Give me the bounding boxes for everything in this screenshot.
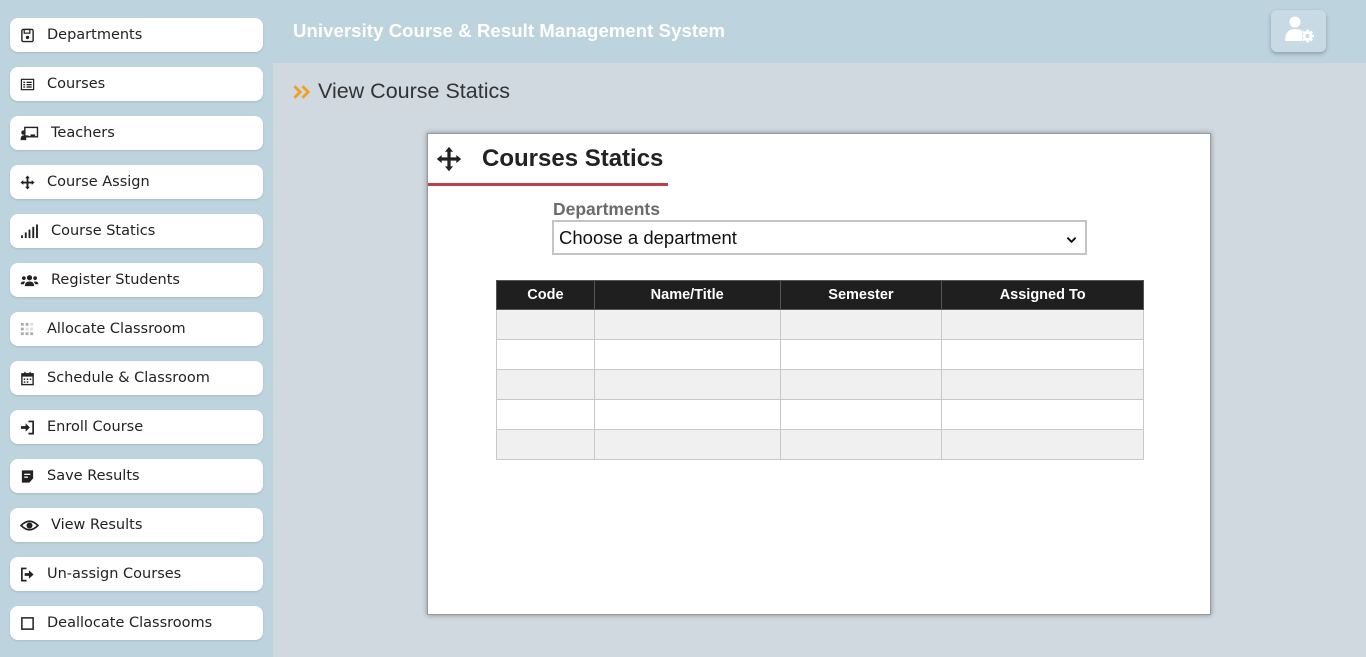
column-header-code: Code [496, 280, 595, 310]
table-cell [496, 339, 595, 370]
table-header-row: Code Name/Title Semester Assigned To [496, 280, 1144, 310]
sidebar-item-enroll-course[interactable]: Enroll Course [10, 410, 263, 444]
table-cell [593, 339, 781, 370]
grid-icon [19, 321, 35, 337]
square-icon [19, 615, 35, 631]
top-header: University Course & Result Management Sy… [273, 0, 1366, 63]
table-cell [779, 369, 943, 400]
calendar-icon [19, 370, 35, 386]
department-select[interactable]: Choose a department [552, 220, 1087, 255]
sign-out-icon [19, 566, 35, 582]
table-cell [941, 309, 1144, 340]
column-header-semester: Semester [779, 280, 943, 310]
course-statics-card: Courses Statics Departments Choose a dep… [427, 133, 1211, 615]
arrows-move-icon [19, 174, 35, 190]
file-icon [19, 468, 35, 484]
table-cell [496, 399, 595, 430]
table-cell [593, 309, 781, 340]
user-cog-icon [1283, 15, 1315, 47]
sidebar-item-label: Departments [47, 27, 143, 43]
table-cell [593, 429, 781, 460]
save-icon [19, 27, 35, 43]
table-cell [593, 399, 781, 430]
sidebar-item-label: Allocate Classroom [47, 321, 186, 337]
sidebar-item-label: Un-assign Courses [47, 566, 182, 582]
sidebar-item-allocate-classroom[interactable]: Allocate Classroom [10, 312, 263, 346]
sidebar-item-label: Schedule & Classroom [47, 370, 210, 386]
table-row [496, 339, 1144, 370]
sidebar-item-courses[interactable]: Courses [10, 67, 263, 101]
sign-in-icon [19, 419, 35, 435]
table-cell [779, 309, 943, 340]
sidebar: Departments Courses Teachers Course Assi… [0, 0, 273, 657]
table-row [496, 399, 1144, 430]
column-header-assigned-to: Assigned To [941, 280, 1144, 310]
users-icon [19, 272, 39, 288]
card-title: Courses Statics [482, 144, 664, 172]
chalkboard-teacher-icon [19, 125, 39, 141]
app-title: University Course & Result Management Sy… [293, 20, 726, 41]
table-cell [941, 339, 1144, 370]
eye-icon [19, 517, 39, 533]
sidebar-item-departments[interactable]: Departments [10, 18, 263, 52]
sidebar-item-view-results[interactable]: View Results [10, 508, 263, 542]
sidebar-item-unassign-courses[interactable]: Un-assign Courses [10, 557, 263, 591]
table-cell [941, 369, 1144, 400]
arrows-move-icon[interactable] [436, 146, 462, 172]
department-select-value: Choose a department [559, 226, 737, 248]
sidebar-item-label: Teachers [51, 125, 115, 141]
sidebar-item-label: Deallocate Classrooms [47, 615, 213, 631]
sidebar-item-deallocate-classrooms[interactable]: Deallocate Classrooms [10, 606, 263, 640]
column-header-name-title: Name/Title [593, 280, 781, 310]
card-header: Courses Statics [428, 134, 668, 186]
sidebar-item-label: Register Students [51, 272, 180, 288]
table-cell [941, 399, 1144, 430]
sidebar-item-label: Enroll Course [47, 419, 144, 435]
table-row [496, 429, 1144, 460]
table-cell [593, 369, 781, 400]
table-cell [496, 309, 595, 340]
double-chevron-right-icon [293, 84, 312, 100]
sidebar-item-label: Courses [47, 76, 106, 92]
sidebar-item-save-results[interactable]: Save Results [10, 459, 263, 493]
list-icon [19, 76, 35, 92]
table-row [496, 309, 1144, 340]
table-cell [779, 339, 943, 370]
sidebar-item-label: View Results [51, 517, 143, 533]
signal-bars-icon [19, 223, 39, 239]
department-label: Departments [553, 199, 660, 219]
table-cell [779, 399, 943, 430]
table-row [496, 369, 1144, 400]
course-statics-table: Code Name/Title Semester Assigned To [496, 280, 1144, 460]
user-settings-button[interactable] [1271, 10, 1326, 52]
table-cell [496, 369, 595, 400]
table-cell [496, 429, 595, 460]
page-heading: View Course Statics [293, 79, 510, 104]
page-title: View Course Statics [318, 79, 510, 103]
sidebar-item-label: Course Assign [47, 174, 150, 190]
sidebar-item-course-statics[interactable]: Course Statics [10, 214, 263, 248]
chevron-down-icon [1066, 227, 1077, 249]
table-cell [779, 429, 943, 460]
sidebar-item-teachers[interactable]: Teachers [10, 116, 263, 150]
table-cell [941, 429, 1144, 460]
sidebar-item-label: Save Results [47, 468, 140, 484]
sidebar-item-register-students[interactable]: Register Students [10, 263, 263, 297]
sidebar-item-label: Course Statics [51, 223, 156, 239]
sidebar-item-schedule-classroom[interactable]: Schedule & Classroom [10, 361, 263, 395]
sidebar-item-course-assign[interactable]: Course Assign [10, 165, 263, 199]
